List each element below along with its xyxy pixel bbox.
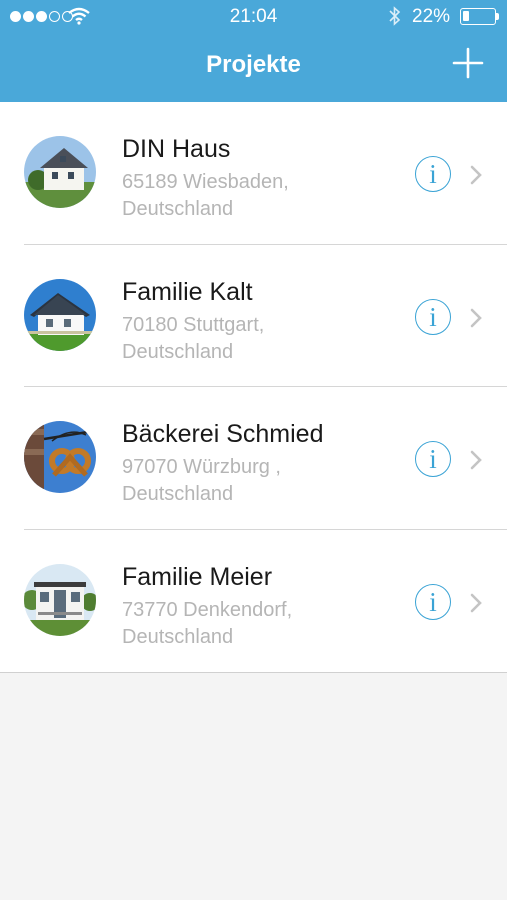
- address-line-1: 65189 Wiesbaden,: [122, 171, 289, 193]
- chevron-right-icon[interactable]: [469, 165, 483, 185]
- project-address: 73770 Denkendorf, Deutschland: [122, 597, 292, 651]
- address-line-2: Deutschland: [122, 625, 234, 648]
- project-row-familie-meier[interactable]: Familie Meier 73770 Denkendorf, Deutschl…: [0, 530, 507, 673]
- project-name: Bäckerei Schmied: [122, 420, 324, 448]
- project-name: DIN Haus: [122, 135, 231, 163]
- project-row-baeckerei-schmied[interactable]: Bäckerei Schmied 97070 Würzburg , Deutsc…: [0, 387, 507, 530]
- battery-percent: 22%: [412, 6, 451, 27]
- battery-tip: [496, 13, 499, 20]
- address-line-1: 70180 Stuttgart,: [122, 313, 265, 336]
- project-name: Familie Meier: [122, 562, 273, 591]
- info-icon[interactable]: i: [415, 441, 451, 477]
- page-title: Projekte: [206, 51, 301, 78]
- bluetooth-icon: [389, 6, 401, 26]
- address-line-2: Deutschland: [122, 340, 234, 363]
- house-blue-roof-photo: [24, 278, 96, 351]
- chevron-right-icon[interactable]: [469, 450, 483, 470]
- plus-icon[interactable]: [450, 45, 486, 81]
- address-line-1: 73770 Denkendorf,: [122, 598, 293, 621]
- project-address: 97070 Würzburg , Deutschland: [122, 454, 281, 508]
- info-icon[interactable]: i: [415, 583, 451, 620]
- chevron-right-icon[interactable]: [469, 593, 483, 613]
- info-icon[interactable]: i: [415, 156, 451, 192]
- project-list: DIN Haus 65189 Wiesbaden, Deutschland i …: [0, 102, 507, 673]
- address-line-2: Deutschland: [122, 198, 234, 220]
- project-address: 65189 Wiesbaden, Deutschland: [122, 169, 289, 223]
- chevron-right-icon[interactable]: [469, 308, 483, 328]
- status-bar: 21:04 22%: [0, 0, 507, 34]
- navigation-header: 21:04 22% Projekte: [0, 0, 507, 102]
- project-row-familie-kalt[interactable]: Familie Kalt 70180 Stuttgart, Deutschlan…: [0, 245, 507, 387]
- project-row-din-haus[interactable]: DIN Haus 65189 Wiesbaden, Deutschland i: [0, 102, 507, 245]
- house-white-photo: [24, 136, 96, 208]
- address-line-1: 97070 Würzburg ,: [122, 456, 281, 478]
- bakery-pretzel-sign-photo: [24, 421, 96, 493]
- modern-house-photo: [24, 563, 96, 636]
- project-address: 70180 Stuttgart, Deutschland: [122, 312, 264, 366]
- project-name: Familie Kalt: [122, 277, 253, 306]
- address-line-2: Deutschland: [122, 483, 234, 505]
- battery-icon: [460, 8, 496, 25]
- info-icon[interactable]: i: [415, 298, 451, 335]
